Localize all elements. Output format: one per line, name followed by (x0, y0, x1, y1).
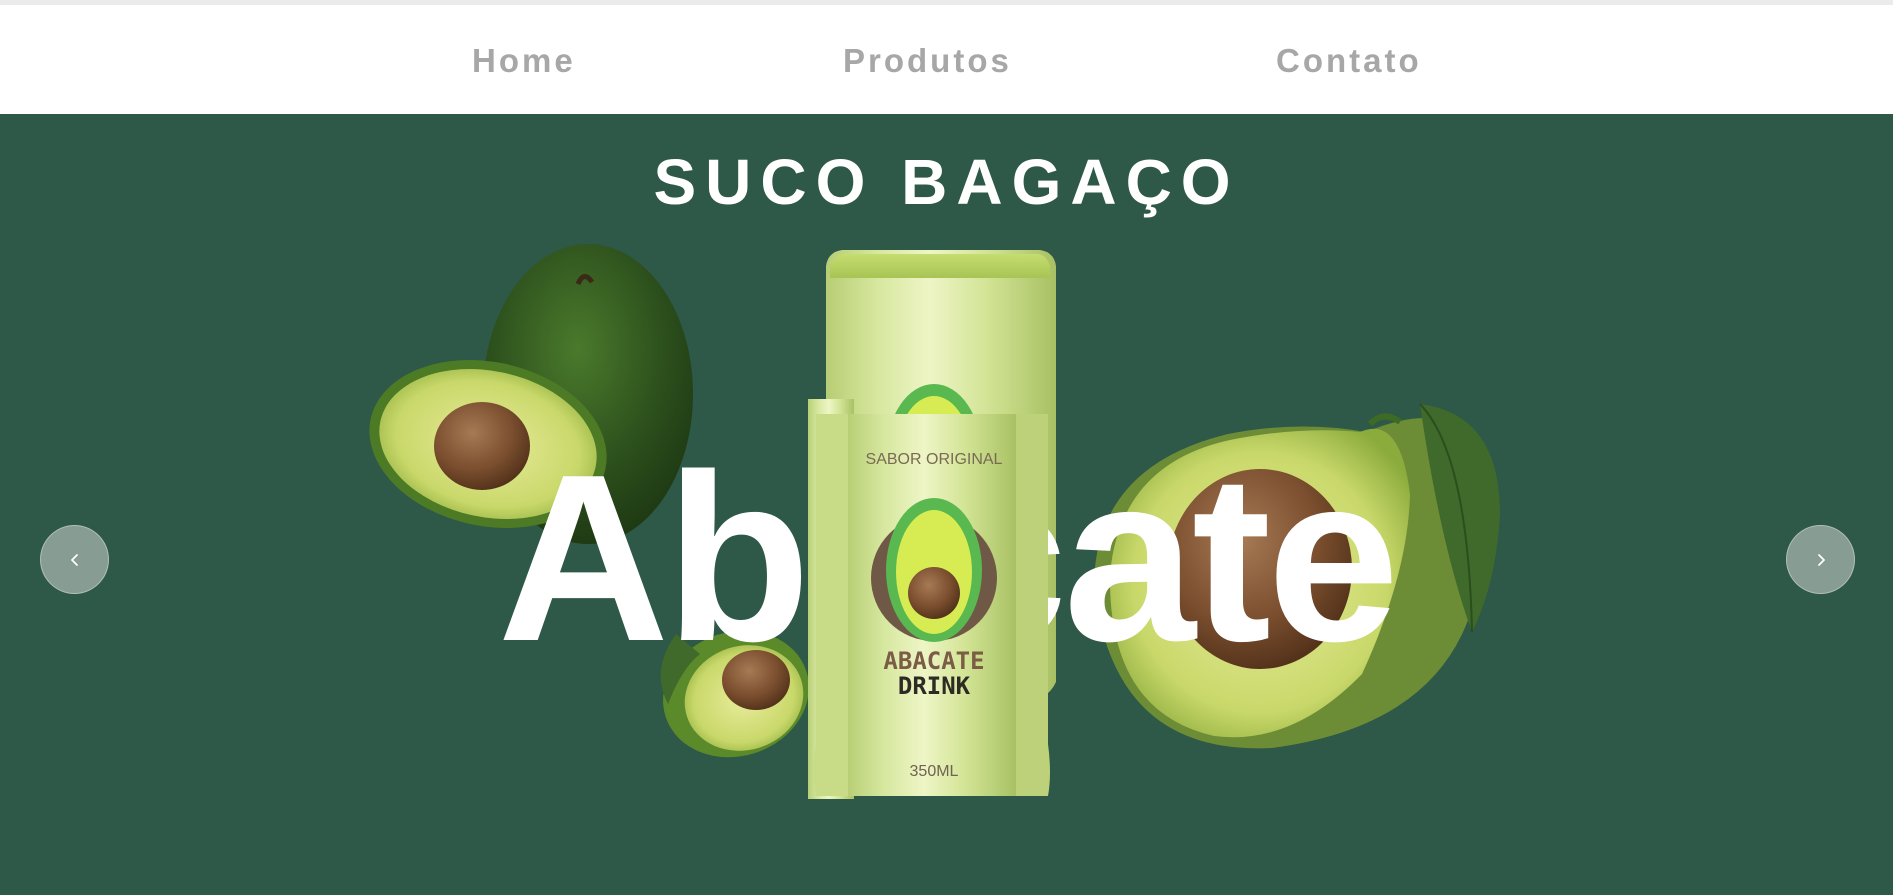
hero-carousel: SUCO BAGAÇO SABOR ORIGINAL ABACATE DRINK… (0, 114, 1893, 895)
can-name-line2: DRINK (898, 672, 971, 700)
carousel-prev-button[interactable] (40, 525, 109, 594)
carousel-next-button[interactable] (1786, 525, 1855, 594)
nav-contato-link[interactable]: Contato (1276, 41, 1422, 81)
chevron-left-icon (70, 553, 78, 566)
can-top-label: SABOR ORIGINAL (866, 451, 1003, 468)
can-volume: 350ML (910, 763, 959, 780)
can-foreground: SABOR ORIGINAL ABACATE DRINK 350ML (808, 399, 1050, 799)
chevron-right-icon (1817, 553, 1825, 566)
can-name-line1: ABACATE (883, 647, 984, 675)
top-navigation: Home Produtos Contato (0, 5, 1893, 114)
nav-produtos-link[interactable]: Produtos (843, 41, 1012, 81)
nav-home-link[interactable]: Home (472, 41, 576, 81)
